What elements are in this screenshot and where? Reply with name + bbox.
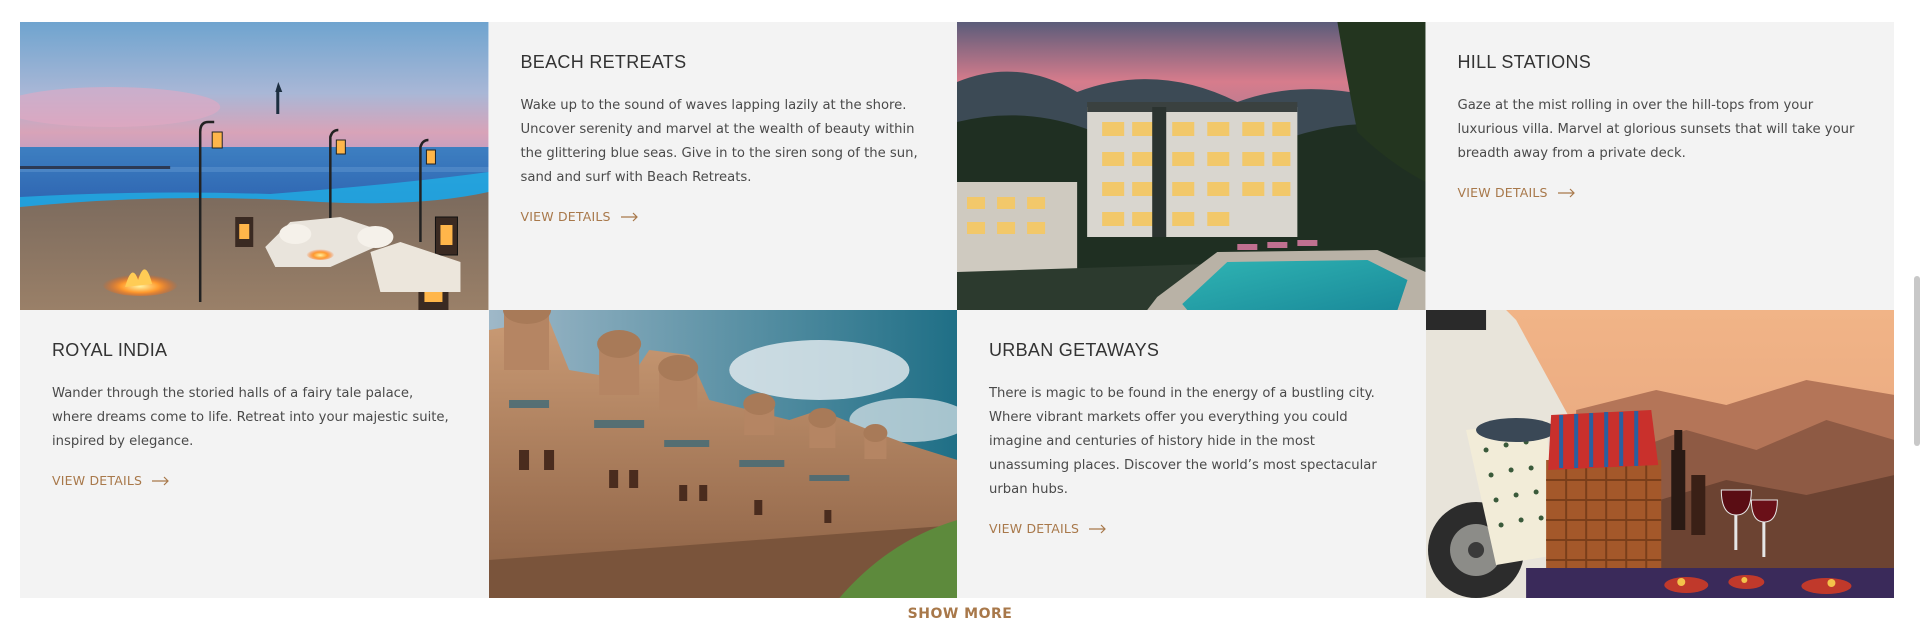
palace-photo — [488, 310, 957, 598]
picnic-photo — [1425, 310, 1894, 598]
arrow-right-icon — [1089, 524, 1107, 533]
view-details-label: VIEW DETAILS — [1457, 185, 1548, 200]
arrow-right-icon — [1557, 188, 1575, 197]
card-description: There is magic to be found in the energy… — [989, 386, 1377, 497]
view-details-link[interactable]: VIEW DETAILS — [52, 473, 170, 488]
beach-retreats-image[interactable] — [20, 22, 489, 310]
scrollbar-thumb[interactable] — [1914, 276, 1920, 446]
urban-getaways-image[interactable] — [1425, 310, 1894, 598]
arrow-right-icon — [620, 212, 638, 221]
hill-stations-card: HILL STATIONS Gaze at the mist rolling i… — [1425, 22, 1894, 310]
hill-resort-photo — [957, 22, 1426, 310]
card-title: URBAN GETAWAYS — [989, 340, 1160, 360]
card-title: BEACH RETREATS — [520, 52, 687, 72]
show-more-button[interactable]: SHOW MORE — [0, 606, 1920, 622]
royal-india-image[interactable] — [488, 310, 957, 598]
view-details-link[interactable]: VIEW DETAILS — [989, 521, 1107, 536]
view-details-label: VIEW DETAILS — [520, 209, 611, 224]
view-details-link[interactable]: VIEW DETAILS — [1458, 185, 1576, 200]
view-details-link[interactable]: VIEW DETAILS — [521, 209, 639, 224]
beach-retreats-card: BEACH RETREATS Wake up to the sound of w… — [488, 22, 957, 310]
view-details-label: VIEW DETAILS — [52, 473, 143, 488]
royal-india-card: ROYAL INDIA Wander through the storied h… — [20, 310, 489, 598]
destinations-grid: BEACH RETREATS Wake up to the sound of w… — [20, 22, 1894, 598]
beach-photo — [20, 22, 489, 310]
urban-getaways-card: URBAN GETAWAYS There is magic to be foun… — [957, 310, 1426, 598]
view-details-label: VIEW DETAILS — [989, 521, 1080, 536]
card-title: HILL STATIONS — [1457, 52, 1592, 72]
card-description: Gaze at the mist rolling in over the hil… — [1457, 98, 1855, 161]
arrow-right-icon — [152, 476, 170, 485]
card-description: Wander through the storied halls of a fa… — [52, 386, 449, 449]
card-title: ROYAL INDIA — [52, 340, 168, 360]
card-description: Wake up to the sound of waves lapping la… — [520, 98, 918, 185]
hill-stations-image[interactable] — [957, 22, 1426, 310]
